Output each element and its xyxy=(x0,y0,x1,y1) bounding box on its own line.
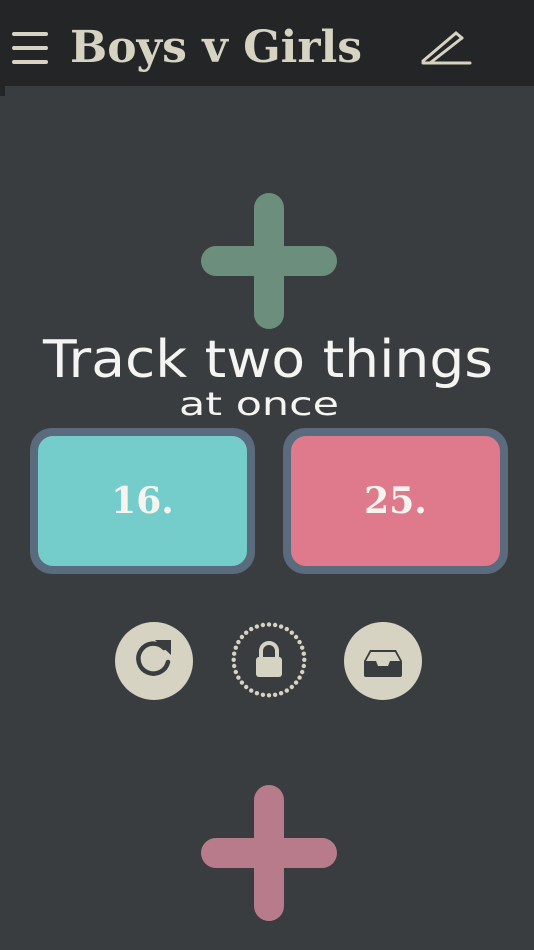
lock-button[interactable] xyxy=(230,622,308,700)
counter-right[interactable]: 25. xyxy=(283,428,508,574)
pencil-icon xyxy=(421,31,472,65)
hamburger-menu-icon-bar xyxy=(12,46,48,50)
hamburger-menu-icon xyxy=(12,32,48,36)
headline: Track two things at once xyxy=(42,330,493,420)
plus-icon-vertical xyxy=(254,193,284,329)
app-title: Boys v Girls xyxy=(70,22,363,73)
edit-button[interactable] xyxy=(416,28,476,68)
plus-icon-vertical xyxy=(254,785,284,921)
counter-left-value[interactable]: 16. xyxy=(38,436,247,566)
lock-icon xyxy=(231,622,307,698)
reset-button[interactable] xyxy=(115,622,193,700)
subheadline-text: at once xyxy=(179,385,339,420)
increment-bottom-button[interactable] xyxy=(201,785,337,921)
inbox-button[interactable] xyxy=(344,622,422,700)
header-edge xyxy=(0,86,5,96)
menu-button[interactable] xyxy=(12,30,50,66)
reset-icon xyxy=(136,640,171,676)
app-header: Boys v Girls xyxy=(0,0,534,86)
inbox-icon xyxy=(364,650,402,677)
increment-top-button[interactable] xyxy=(201,193,337,329)
hamburger-menu-icon-bar xyxy=(12,60,48,64)
headline-text: Track two things xyxy=(42,330,493,390)
counter-left[interactable]: 16. xyxy=(30,428,255,574)
counter-right-value[interactable]: 25. xyxy=(291,436,500,566)
